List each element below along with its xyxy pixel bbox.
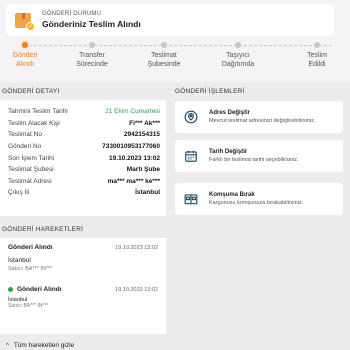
detail-row: Teslimat Adresi ma*** ma*** ke***	[8, 176, 160, 188]
step-teslimat-subesinde: Teslimat Şubesinde	[134, 40, 194, 69]
detail-value: Martı Şube	[126, 166, 160, 174]
detail-key: Çıkış İli	[8, 189, 30, 197]
step-dot	[235, 42, 241, 48]
op-subtitle: Farklı bir teslimat tarihi seçebilirsini…	[209, 157, 299, 163]
op-title: Komşuma Bırak	[209, 192, 255, 198]
detail-key: Teslimat Adresi	[8, 177, 52, 185]
detail-row: Teslim Alacak Kişi Fi*** Ak***	[8, 118, 160, 130]
movements-card: Gönderi Alındı 19.10.2023 13:02 İstanbul…	[0, 238, 166, 334]
leave-with-neighbor-button[interactable]: Komşuma Bırak Kargonuzu komşunuza bıraka…	[175, 183, 343, 215]
detail-row: Teslimat Şubesi Martı Şube	[8, 164, 160, 176]
detail-value: 7330010953177060	[102, 143, 160, 151]
op-title: Adres Değiştir	[209, 110, 251, 116]
movement-title: Gönderi Alındı	[17, 286, 62, 293]
detail-row: Gönderi No 7330010953177060	[8, 141, 160, 153]
calendar-icon	[183, 148, 199, 164]
detail-key: Son İşlem Tarihi	[8, 154, 55, 162]
package-check-icon: ✓	[14, 10, 35, 31]
step-transfer-surecinde: Transfer Sürecinde	[62, 40, 122, 69]
step-label: Teslim Edildi	[307, 52, 327, 68]
section-title-operations: GÖNDERİ İŞLEMLERİ	[175, 88, 245, 95]
step-label: Teslimat Şubesinde	[147, 52, 181, 68]
op-subtitle: Mevcut teslimat adresinizi değiştirebili…	[209, 118, 316, 124]
detail-row: Çıkış İli İstanbul	[8, 187, 160, 199]
status-title: Gönderiniz Teslim Alındı	[42, 19, 141, 29]
detail-value: 2942154315	[123, 131, 160, 139]
toggle-movements-label: Tüm hareketleri gizle	[13, 342, 75, 349]
step-label: Gönderi Alındı	[12, 52, 38, 68]
step-tasiyici-dagitimda: Taşıyıcı Dağıtımda	[208, 40, 268, 69]
step-gonderi-alindi: Gönderi Alındı	[0, 40, 55, 69]
movement-place: İstanbul	[8, 257, 31, 264]
status-card: ✓ GÖNDERİ DURUMU Gönderiniz Teslim Alınd…	[6, 4, 334, 36]
detail-value: İstanbul	[135, 189, 160, 197]
detail-value: 21 Ekim Cumartesi	[105, 108, 160, 116]
detail-key: Teslimat No	[8, 131, 42, 139]
detail-key: Gönderi No	[8, 143, 42, 151]
toggle-movements-link[interactable]: ^ Tüm hareketleri gizle	[6, 342, 74, 349]
op-subtitle: Kargonuzu komşunuza bırakabilirsiniz.	[209, 200, 304, 206]
step-label: Transfer Sürecinde	[76, 52, 108, 68]
movement-item: Gönderi Alındı 19.10.2023 13:02 İstanbul…	[8, 244, 158, 272]
step-dot	[89, 42, 95, 48]
step-dot	[22, 42, 28, 48]
detail-value: 19.10.2023 13:02	[109, 154, 160, 162]
op-title: Tarih Değiştir	[209, 149, 248, 155]
neighbor-doors-icon	[183, 191, 199, 207]
detail-key: Tahmini Teslim Tarihi	[8, 108, 68, 116]
detail-row: Son İşlem Tarihi 19.10.2023 13:02	[8, 152, 160, 164]
step-teslim-edildi: Teslim Edildi	[287, 40, 347, 69]
shipment-stepper: Gönderi Alındı Transfer Sürecinde Teslimat…	[0, 40, 350, 76]
detail-card: Tahmini Teslim Tarihi 21 Ekim Cumartesi Te…	[0, 100, 166, 216]
detail-key: Teslimat Şubesi	[8, 166, 54, 174]
change-address-button[interactable]: Adres Değiştir Mevcut teslimat adresiniz…	[175, 101, 343, 133]
step-label: Taşıyıcı Dağıtımda	[221, 52, 255, 68]
step-dot	[161, 42, 167, 48]
detail-row: Tahmini Teslim Tarihi 21 Ekim Cumartesi	[8, 106, 160, 118]
status-dot-icon	[8, 286, 13, 292]
detail-key: Teslim Alacak Kişi	[8, 119, 60, 127]
chevron-up-icon: ^	[6, 342, 9, 349]
movement-date: 19.10.2023 13:02	[115, 286, 158, 293]
movement-seller: Satıcı: BA*** İN***	[8, 303, 49, 309]
step-dot	[314, 42, 320, 48]
movement-title: Gönderi Alındı	[8, 244, 53, 251]
detail-value: Fi*** Ak***	[129, 119, 160, 127]
status-kicker: GÖNDERİ DURUMU	[42, 11, 102, 17]
movement-date: 19.10.2023 13:02	[115, 244, 158, 251]
movement-item: Gönderi Alındı 19.10.2023 13:02 İstanbul…	[8, 286, 158, 309]
movement-seller: Satıcı: BA*** İN***	[8, 266, 53, 272]
detail-value: ma*** ma*** ke***	[107, 177, 160, 185]
section-title-detail: GÖNDERİ DETAYI	[2, 88, 60, 95]
change-date-button[interactable]: Tarih Değiştir Farklı bir teslimat tarih…	[175, 140, 343, 172]
detail-row: Teslimat No 2942154315	[8, 129, 160, 141]
location-pin-icon	[183, 109, 199, 125]
section-title-movements: GÖNDERİ HAREKETLERİ	[2, 226, 84, 233]
